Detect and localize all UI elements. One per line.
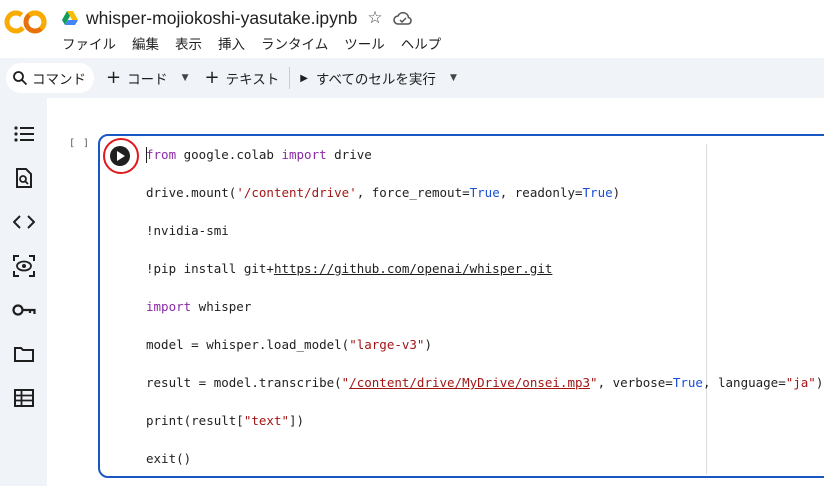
code-token: True (469, 185, 500, 200)
files-folder-icon[interactable] (12, 342, 36, 366)
text-cursor (146, 147, 147, 163)
toolbar-divider (289, 67, 291, 89)
code-token: google.colab (176, 147, 282, 162)
menu-help[interactable]: ヘルプ (401, 33, 442, 53)
add-text-label: テキスト (225, 72, 280, 88)
code-token: ) (612, 185, 621, 200)
code-line: result = model.transcribe( "/content/driv… (146, 374, 823, 412)
code-token: ]) (289, 413, 305, 428)
drive-icon (62, 11, 78, 25)
add-text-button[interactable]: + テキスト (205, 63, 280, 93)
notebook-title[interactable]: whisper-mojiokoshi-yasutake.ipynb (86, 8, 357, 29)
code-token: import (146, 299, 192, 314)
run-cell-button[interactable] (110, 146, 130, 166)
add-code-label: コード (127, 72, 168, 88)
code-token: exit() (146, 451, 192, 466)
code-editor[interactable]: from google.colab import drive drive.moun… (146, 146, 823, 486)
data-table-icon[interactable] (12, 386, 36, 410)
code-token: drive.mount( (146, 185, 237, 200)
code-token: ) (815, 375, 824, 390)
menu-tools[interactable]: ツール (344, 33, 385, 53)
code-token: print(result[ (146, 413, 244, 428)
run-all-button[interactable]: ▶ すべてのセルを実行 ▼ (300, 63, 457, 93)
menu-edit[interactable]: 編集 (132, 33, 159, 53)
code-token: True (582, 185, 613, 200)
code-token: ) (424, 337, 432, 352)
code-token: "large-v3" (349, 337, 425, 352)
plus-icon: + (204, 67, 220, 88)
code-line: !nvidia-smi (146, 222, 823, 260)
code-token: !nvidia-smi (146, 223, 229, 238)
code-token: https://github.com/openai/whisper.git (273, 261, 553, 276)
code-token: whisper (191, 299, 252, 314)
toolbar: コマンド + コード ▼ + テキスト ▶ すべてのセルを実行 ▼ (0, 58, 824, 98)
command-palette-button[interactable]: コマンド (6, 63, 94, 93)
code-line: !pip install git+https://github.com/open… (146, 260, 823, 298)
command-label: コマンド (32, 72, 86, 88)
play-icon (117, 151, 125, 161)
menu-insert[interactable]: 挿入 (218, 33, 245, 53)
search-icon (13, 71, 28, 86)
notebook-area: [ ] from google.colab import drive drive.… (47, 98, 824, 486)
code-token: !pip install git+ (146, 261, 274, 276)
secrets-key-icon[interactable] (12, 298, 36, 322)
code-token: True (672, 375, 703, 390)
left-sidebar (0, 98, 47, 486)
code-line: import whisper (146, 298, 823, 336)
add-code-button[interactable]: + コード ▼ (106, 63, 189, 93)
chevron-down-icon[interactable]: ▼ (450, 73, 457, 83)
code-snippets-icon[interactable] (12, 210, 36, 234)
code-token: model = whisper.load_model( (146, 337, 350, 352)
code-line: from google.colab import drive (146, 146, 823, 184)
code-token: , language= (702, 375, 786, 390)
star-icon[interactable]: ☆ (367, 8, 382, 28)
chevron-down-icon[interactable]: ▼ (182, 73, 189, 83)
code-token: /content/drive/MyDrive/onsei.mp3 (349, 375, 591, 390)
colab-logo[interactable] (4, 8, 48, 36)
title-row: whisper-mojiokoshi-yasutake.ipynb ☆ (62, 6, 413, 30)
code-token: , verbose= (597, 375, 673, 390)
menu-view[interactable]: 表示 (175, 33, 202, 53)
code-token: , readonly= (499, 185, 583, 200)
menu-runtime[interactable]: ランタイム (261, 33, 328, 53)
code-token: import (281, 147, 327, 162)
play-icon: ▶ (300, 72, 308, 84)
code-token: "text" (243, 413, 289, 428)
code-line: exit() (146, 450, 823, 486)
code-token: , force_remout= (356, 185, 470, 200)
plus-icon: + (106, 67, 122, 88)
code-token: drive (326, 147, 372, 162)
menu-bar: ファイル 編集 表示 挿入 ランタイム ツール ヘルプ (62, 33, 457, 53)
variables-icon[interactable] (12, 254, 36, 278)
code-token: "ja" (785, 375, 816, 390)
cloud-saved-icon[interactable] (392, 10, 413, 26)
code-cell[interactable]: from google.colab import drive drive.moun… (98, 134, 824, 478)
code-line: print(result["text"]) (146, 412, 823, 450)
code-token: '/content/drive' (236, 185, 357, 200)
find-icon[interactable] (12, 166, 36, 190)
code-line: drive.mount('/content/drive', force_remo… (146, 184, 823, 222)
toc-icon[interactable] (12, 122, 36, 146)
execution-count: [ ] (69, 138, 91, 149)
code-token: " (590, 375, 598, 390)
header: whisper-mojiokoshi-yasutake.ipynb ☆ ファイル… (0, 0, 824, 58)
code-line: model = whisper.load_model("large-v3") (146, 336, 823, 374)
code-token: result = model.transcribe( (146, 375, 342, 390)
run-all-label: すべてのセルを実行 (315, 72, 436, 88)
code-token: from (146, 147, 177, 162)
menu-file[interactable]: ファイル (62, 33, 116, 53)
